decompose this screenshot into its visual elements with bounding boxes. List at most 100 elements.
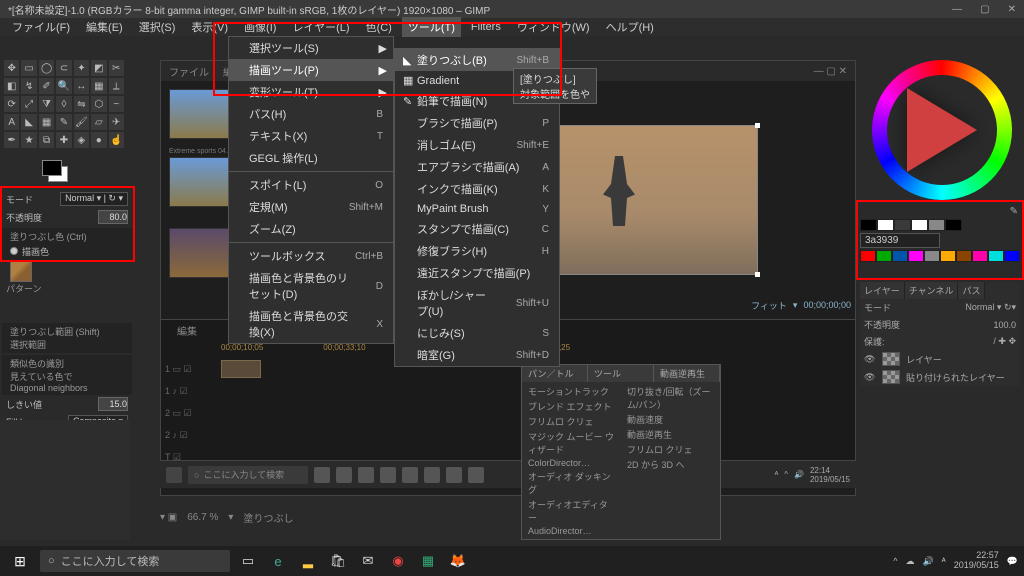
tool-by-color[interactable]: ◩ <box>91 60 106 76</box>
mode-select[interactable]: Normal ▾ | ↻ ▾ <box>60 192 128 206</box>
clock[interactable]: 22:572019/05/15 <box>954 551 999 571</box>
hex-input[interactable]: 3a3939 <box>860 233 940 248</box>
tool-rotate[interactable]: ⟳ <box>4 96 19 112</box>
menu-item[interactable]: 描画色と背景色のリセット(D)D <box>229 267 393 305</box>
menu-help[interactable]: ヘルプ(H) <box>600 17 660 37</box>
tool-text[interactable]: A <box>4 114 19 130</box>
fill-fg[interactable]: 描画色 <box>22 247 49 257</box>
system-tray[interactable]: ^☁🔊ᴬ 22:572019/05/15 💬 <box>893 551 1018 571</box>
color-swatch[interactable] <box>894 219 911 231</box>
tool-cage[interactable]: ⬡ <box>91 96 106 112</box>
color-swatch[interactable] <box>988 250 1004 262</box>
menu-window[interactable]: ウィンドウ(W) <box>511 17 596 37</box>
tool-gradient[interactable]: ▦ <box>39 114 54 130</box>
tool-fg-select[interactable]: ◧ <box>4 78 19 94</box>
layer-mode[interactable]: Normal ▾ ↻▾ <box>965 302 1016 313</box>
menu-file[interactable]: ファイル(F) <box>6 17 76 37</box>
start-button[interactable]: ⊞ <box>6 547 34 575</box>
timeline-track[interactable]: 2 ♪ ☑ <box>165 424 851 446</box>
tool-blur[interactable]: ● <box>91 132 106 148</box>
color-swatch[interactable] <box>956 250 972 262</box>
tool-rect-select[interactable]: ▭ <box>21 60 36 76</box>
timeline-track[interactable]: 2 ▭ ☑ <box>165 402 851 424</box>
menu-tools[interactable]: ツール(T) <box>402 17 461 37</box>
color-swatch[interactable] <box>1004 250 1020 262</box>
inner-search[interactable]: ○ ここに入力して検索 <box>188 466 308 484</box>
tool-zoom[interactable]: 🔍 <box>56 78 71 94</box>
menu-item[interactable]: テキスト(X)T <box>229 125 393 147</box>
menu-item[interactable]: エアブラシで描画(A)A <box>395 156 559 178</box>
tool-free-select[interactable]: ⊂ <box>56 60 71 76</box>
menu-image[interactable]: 画像(I) <box>238 17 282 37</box>
tool-bucket[interactable]: ◣ <box>21 114 36 130</box>
tool-scale[interactable]: ⤢ <box>21 96 36 112</box>
menu-item[interactable]: 遠近スタンプで描画(P) <box>395 262 559 284</box>
maximize-icon[interactable]: ▢ <box>980 4 989 15</box>
menu-item[interactable]: ブラシで描画(P)P <box>395 112 559 134</box>
menu-layer[interactable]: レイヤー(L) <box>286 17 355 37</box>
menu-item[interactable]: スポイト(L)O <box>229 174 393 196</box>
menu-item[interactable]: スタンプで描画(C)C <box>395 218 559 240</box>
tool-flip[interactable]: ⇋ <box>74 96 89 112</box>
menu-item[interactable]: GEGL 操作(L) <box>229 147 393 169</box>
color-swatch[interactable] <box>924 250 940 262</box>
menu-item[interactable]: 修復ブラシ(H)H <box>395 240 559 262</box>
menu-item[interactable]: 描画ツール(P)▶ <box>229 59 393 81</box>
tool-measure[interactable]: ↔ <box>74 78 89 94</box>
start-icon[interactable] <box>166 467 182 483</box>
edit-icon[interactable]: ✎ <box>1010 206 1018 217</box>
tool-move[interactable]: ✥ <box>4 60 19 76</box>
tool-perspective[interactable]: ◊ <box>56 96 71 112</box>
color-swatch[interactable] <box>928 219 945 231</box>
tool-ink[interactable]: ✒ <box>4 132 19 148</box>
menu-view[interactable]: 表示(V) <box>185 17 234 37</box>
menu-item[interactable]: にじみ(S)S <box>395 322 559 344</box>
color-swatch[interactable] <box>945 219 962 231</box>
tool-shear[interactable]: ⧩ <box>39 96 54 112</box>
chrome-icon[interactable]: ◉ <box>386 549 410 573</box>
task-view-icon[interactable]: ▭ <box>236 549 260 573</box>
timeline-clip[interactable] <box>221 360 261 378</box>
tool-perspective-clone[interactable]: ◈ <box>74 132 89 148</box>
similar-find[interactable]: 見えている色で <box>6 370 128 383</box>
tool-fuzzy-select[interactable]: ✦ <box>74 60 89 76</box>
explorer-icon[interactable]: ▂ <box>296 549 320 573</box>
menu-item[interactable]: パス(H)B <box>229 103 393 125</box>
tool-airbrush[interactable]: ✈ <box>109 114 124 130</box>
menu-item[interactable]: 暗室(G)Shift+D <box>395 344 559 366</box>
tool-paintbrush[interactable]: 🖌 <box>74 114 89 130</box>
tool-mypaint[interactable]: ★ <box>21 132 36 148</box>
menu-color[interactable]: 色(C) <box>360 17 398 37</box>
menu-item[interactable]: ぼかし/シャープ(U)Shift+U <box>395 284 559 322</box>
menu-item[interactable]: 選択ツール(S)▶ <box>229 37 393 59</box>
tool-warp[interactable]: ~ <box>109 96 124 112</box>
tool-heal[interactable]: ✚ <box>56 132 71 148</box>
tool-scissors[interactable]: ✂ <box>109 60 124 76</box>
layer-item[interactable]: 👁貼り付けられたレイヤー <box>860 368 1020 386</box>
minimize-icon[interactable]: — <box>952 4 962 15</box>
menu-select[interactable]: 選択(S) <box>133 17 182 37</box>
color-swatch[interactable] <box>940 250 956 262</box>
tool-pencil[interactable]: ✎ <box>56 114 71 130</box>
menu-item[interactable]: 変形ツール(T)▶ <box>229 81 393 103</box>
tool-paths[interactable]: ↯ <box>21 78 36 94</box>
search-input[interactable]: ○ ここに入力して検索 <box>40 550 230 572</box>
color-swatch[interactable] <box>877 219 894 231</box>
layer-item[interactable]: 👁レイヤー <box>860 350 1020 368</box>
close-icon[interactable]: ✕ <box>1008 4 1016 15</box>
gimp-icon[interactable]: 🦊 <box>446 549 470 573</box>
menu-item[interactable]: ツールボックスCtrl+B <box>229 245 393 267</box>
timeline-track[interactable]: 1 ♪ ☑ <box>165 380 851 402</box>
color-swatch[interactable] <box>860 219 877 231</box>
fg-bg-swatch[interactable] <box>42 160 62 176</box>
tool-clone[interactable]: ⧉ <box>39 132 54 148</box>
menu-item[interactable]: MyPaint BrushY <box>395 200 559 218</box>
menu-item[interactable]: インクで描画(K)K <box>395 178 559 200</box>
color-wheel[interactable] <box>872 60 1012 200</box>
affected-sel[interactable]: 選択範囲 <box>6 338 128 351</box>
app-icon[interactable]: ▦ <box>416 549 440 573</box>
tool-color-picker[interactable]: ✐ <box>39 78 54 94</box>
menu-item[interactable]: 描画色と背景色の交換(X)X <box>229 305 393 343</box>
color-swatch[interactable] <box>911 219 928 231</box>
tool-eraser[interactable]: ▱ <box>91 114 106 130</box>
